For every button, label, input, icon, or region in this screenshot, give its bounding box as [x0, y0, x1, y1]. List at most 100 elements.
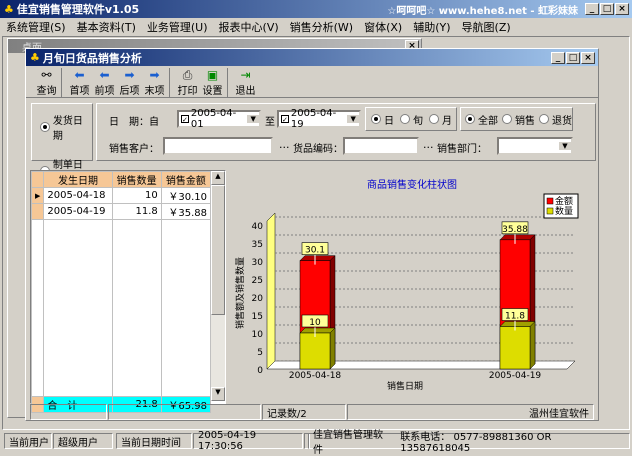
customer-input[interactable]: [163, 137, 273, 155]
status-user: 超级用户: [53, 433, 113, 449]
sales-bar-chart: 商品销售变化柱状图 0 5 10 15 20 25 30 35 40 销售额及销售数量销售日期 200…: [227, 170, 597, 402]
dept-select[interactable]: ▼: [497, 137, 573, 155]
goods-label: 货品编码：: [293, 144, 343, 155]
menu-window[interactable]: 窗体(X): [364, 19, 402, 35]
exit-button[interactable]: ⇥ 退出: [233, 68, 258, 97]
radio-all[interactable]: 全部: [465, 112, 498, 127]
date-to-picker[interactable]: ✓ 2005-04-19 ▼: [277, 108, 361, 130]
menu-bar: 系统管理(S) 基本资料(T) 业务管理(U) 报表中心(V) 销售分析(W) …: [0, 18, 632, 36]
toolbar: ⚯ 查询 ⬅ 首项 ⬅ 前项 ➡ 后项 ➡ 末项 ⎙ 打印 ▣ 设置 ⇥ 退出: [26, 66, 598, 98]
last-button[interactable]: ➡ 末项: [142, 68, 167, 97]
y-tick-label: 0: [257, 366, 263, 376]
y-tick-label: 35: [252, 240, 263, 250]
next-button[interactable]: ➡ 后项: [117, 68, 142, 97]
binoculars-icon: ⚯: [41, 68, 52, 82]
radio-decade[interactable]: 旬: [400, 112, 423, 127]
y-tick-label: 15: [252, 312, 263, 322]
bar-top: [499, 321, 536, 327]
scroll-up-button[interactable]: ▲: [211, 171, 225, 185]
bar-top: [299, 327, 336, 334]
x-axis-title: 销售日期: [387, 380, 423, 392]
window-maximize-button[interactable]: □: [566, 51, 580, 64]
grid-scrollbar[interactable]: ▲ ▼: [211, 171, 225, 401]
menu-analysis[interactable]: 销售分析(W): [290, 19, 353, 35]
inner-status-2: [108, 404, 261, 420]
radio-ship-date[interactable]: 发货日期: [40, 112, 92, 142]
radio-day[interactable]: 日: [371, 112, 394, 127]
menu-reports[interactable]: 报表中心(V): [219, 19, 279, 35]
settings-button[interactable]: ▣ 设置: [200, 68, 225, 97]
status-time-label: 当前日期时间: [116, 433, 192, 449]
dept-label: 销售部门：: [437, 144, 487, 155]
arrow-right-icon: ➡: [124, 68, 135, 82]
monitor-icon: ▣: [206, 68, 219, 82]
first-button[interactable]: ⬅ 首项: [67, 68, 92, 97]
menu-help[interactable]: 辅助(Y): [413, 19, 450, 35]
status-product: 佳宜销售管理软件 联系电话： 0577-89881360 OR 135876180…: [308, 430, 630, 456]
radio-month[interactable]: 月: [429, 112, 452, 127]
filter-group: 日 期：自 ✓ 2005-04-01 ▼ 至 ✓ 2005-04-19 ▼ 日 旬 月 …: [96, 103, 596, 161]
chevron-down-icon[interactable]: ▼: [247, 115, 259, 123]
bar-top: [299, 255, 336, 261]
col-date[interactable]: 发生日期: [43, 171, 113, 188]
scroll-down-button[interactable]: ▼: [211, 387, 225, 401]
to-label: 至: [265, 117, 275, 128]
period-group: 日 旬 月: [365, 107, 457, 131]
window-close-button[interactable]: ×: [581, 51, 595, 64]
legend-swatch: [546, 197, 554, 205]
data-label: 10: [309, 318, 321, 328]
radio-return[interactable]: 退货: [539, 112, 572, 127]
arrow-right-icon: ➡: [149, 68, 160, 82]
col-amount[interactable]: 销售金额: [160, 171, 212, 188]
x-tick-label: 2005-04-18: [289, 371, 342, 381]
query-button[interactable]: ⚯ 查询: [34, 68, 59, 97]
table-row[interactable]: ▶ 2005-04-18 10 ￥30.10: [30, 187, 212, 204]
col-qty[interactable]: 销售数量: [111, 171, 162, 188]
prev-button[interactable]: ⬅ 前项: [92, 68, 117, 97]
window-titlebar: ♣ 月旬日货品销售分析 _ □ ×: [26, 49, 598, 66]
y-tick-label: 10: [252, 330, 264, 340]
y-tick-label: 25: [252, 276, 263, 286]
app-title: 佳宜销售管理软件v1.05: [16, 3, 140, 16]
menu-business[interactable]: 业务管理(U): [147, 19, 208, 35]
chart-left-wall: [266, 212, 276, 370]
bar-top: [499, 234, 536, 241]
menu-system[interactable]: 系统管理(S): [6, 19, 66, 35]
kind-group: 全部 销售 退货: [460, 107, 573, 131]
y-tick-label: 20: [252, 294, 264, 304]
goods-lookup-button[interactable]: ...: [423, 138, 434, 151]
status-user-label: 当前用户: [4, 433, 52, 449]
scroll-thumb[interactable]: [211, 185, 225, 315]
legend-label: 数量: [555, 205, 573, 217]
bar-side: [529, 320, 536, 370]
record-count: 记录数/2: [262, 404, 346, 420]
print-button[interactable]: ⎙ 打印: [175, 68, 200, 97]
menu-nav[interactable]: 导航图(Z): [462, 19, 511, 35]
chart-title: 商品销售变化柱状图: [367, 178, 457, 191]
data-grid: 发生日期 销售数量 销售金额 ▶ 2005-04-18 10 ￥30.10 2005-04…: [30, 170, 226, 413]
menu-basic[interactable]: 基本资料(T): [77, 19, 136, 35]
window-minimize-button[interactable]: _: [551, 51, 565, 64]
date-type-group: 发货日期 制单日期: [31, 103, 93, 186]
table-row[interactable]: 2005-04-19 11.8 ￥35.88: [30, 203, 212, 220]
date-from-picker[interactable]: ✓ 2005-04-01 ▼: [177, 108, 261, 130]
chevron-down-icon[interactable]: ▼: [559, 142, 571, 150]
app-right-title: ☆呵呵吧☆ www.hehe8.net - 虹彩妹妹: [387, 5, 578, 17]
customer-lookup-button[interactable]: ...: [279, 138, 290, 151]
status-time: 2005-04-19 17:30:56: [193, 430, 303, 452]
grid-header: 发生日期 销售数量 销售金额: [30, 171, 212, 188]
maximize-button[interactable]: □: [600, 3, 614, 15]
app-icon: ♣: [4, 2, 14, 16]
customer-label: 销售客户：: [109, 144, 159, 155]
radio-sales[interactable]: 销售: [502, 112, 535, 127]
bar-数量: [299, 332, 331, 370]
minimize-button[interactable]: _: [585, 3, 599, 15]
legend-swatch: [546, 207, 554, 215]
y-tick-label: 5: [257, 348, 263, 358]
date-label: 日 期：自: [109, 117, 159, 128]
chevron-down-icon[interactable]: ▼: [347, 115, 359, 123]
x-tick-label: 2005-04-19: [489, 371, 542, 381]
legend-label: 金额: [555, 195, 573, 207]
close-button[interactable]: ×: [615, 3, 629, 15]
goods-input[interactable]: [343, 137, 419, 155]
